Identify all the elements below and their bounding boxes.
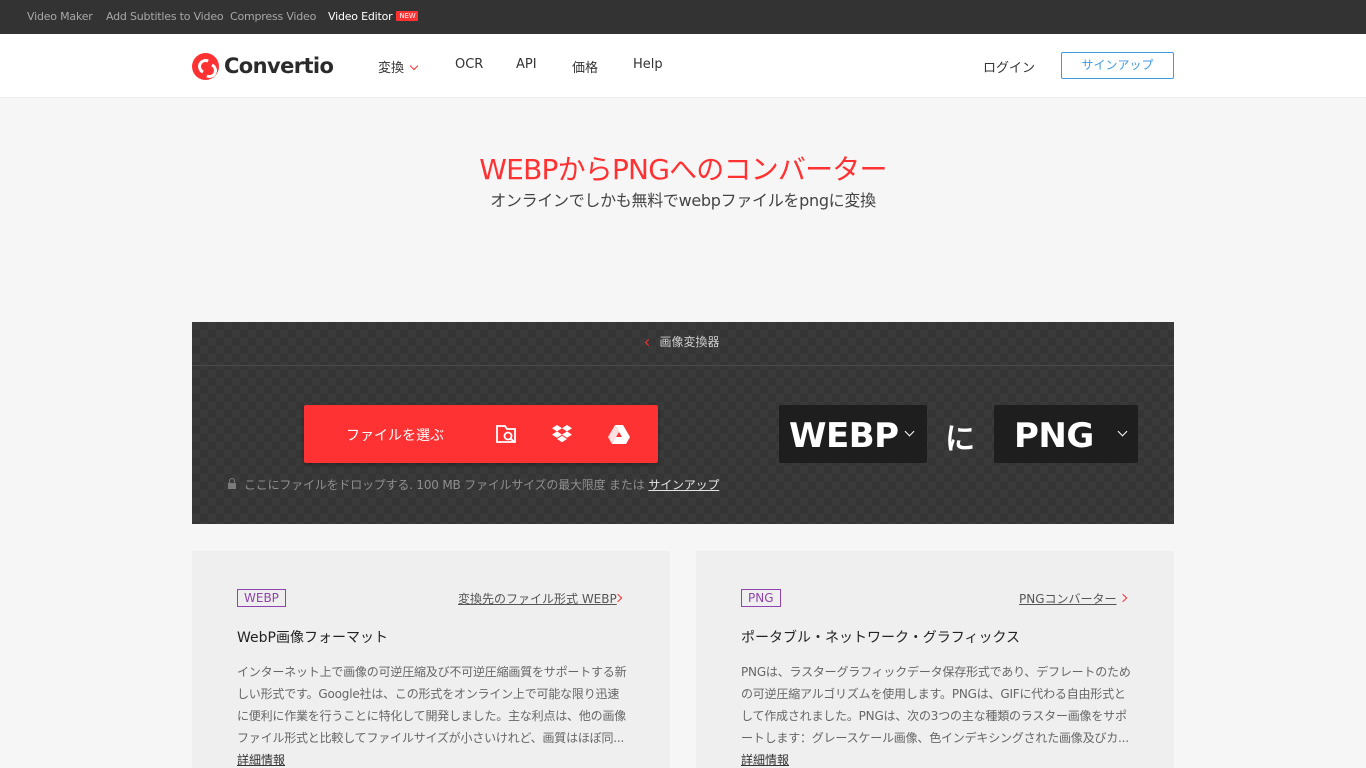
- nav-pricing[interactable]: 価格: [572, 57, 598, 76]
- topbar-link-add-subtitles[interactable]: Add Subtitles to Video: [106, 10, 224, 23]
- format-info-card-png: PNG PNGコンバーター ポータブル・ネットワーク・グラフィックス PNGは、…: [696, 551, 1174, 768]
- format-connector: に: [945, 422, 975, 457]
- converter-panel: 画像変換器 ファイルを選ぶ ここにファイルをドロップする. 100 MB ファイ…: [192, 322, 1174, 524]
- topbar-link-video-maker[interactable]: Video Maker: [27, 10, 93, 23]
- choose-file-label: ファイルを選ぶ: [346, 428, 444, 444]
- nav-label: 変換: [378, 61, 405, 76]
- to-format-value: PNG: [1014, 416, 1094, 456]
- format-badge: WEBP: [237, 589, 286, 607]
- dropbox-icon[interactable]: [550, 423, 574, 445]
- format-badge: PNG: [741, 589, 781, 607]
- logo-text: Convertio: [224, 54, 334, 78]
- format-info-card-webp: WEBP 変換先のファイル形式 WEBP WebP画像フォーマット インターネッ…: [192, 551, 670, 768]
- google-drive-icon[interactable]: [607, 423, 631, 445]
- page-title: WEBPからPNGへのコンバーター: [479, 153, 887, 186]
- new-badge: NEW: [396, 11, 419, 21]
- drop-hint: ここにファイルをドロップする. 100 MB ファイルサイズの最大限度 またはサ…: [228, 476, 719, 493]
- breadcrumb[interactable]: 画像変換器: [192, 322, 1174, 366]
- choose-file-button[interactable]: ファイルを選ぶ: [304, 405, 658, 463]
- topbar-link-compress-video[interactable]: Compress Video: [230, 10, 316, 23]
- nav-ocr[interactable]: OCR: [455, 57, 483, 72]
- chevron-down-icon: [904, 426, 915, 437]
- chevron-down-icon: [1117, 426, 1128, 437]
- logo[interactable]: Convertio: [192, 51, 334, 81]
- card-description: インターネット上で画像の可逆圧縮及び不可逆圧縮画質をサポートする新しい形式です。…: [237, 665, 627, 745]
- from-format-select[interactable]: WEBP: [779, 405, 927, 463]
- page-subtitle: オンラインでしかも無料でwebpファイルをpngに変換: [490, 191, 876, 210]
- card-description: PNGは、ラスターグラフィックデータ保存形式であり、デフレートのための可逆圧縮ア…: [741, 665, 1131, 745]
- convert-to-webp-link[interactable]: 変換先のファイル形式 WEBP: [458, 590, 617, 607]
- login-link[interactable]: ログイン: [983, 57, 1035, 76]
- nav-help[interactable]: Help: [633, 57, 663, 72]
- site-header: Convertio 変換 OCR API 価格 Help ログイン サインアップ: [0, 34, 1366, 98]
- breadcrumb-label: 画像変換器: [659, 335, 720, 349]
- to-format-select[interactable]: PNG: [994, 405, 1138, 463]
- card-title: WebP画像フォーマット: [237, 630, 388, 646]
- lock-icon: [228, 478, 236, 489]
- more-info-link[interactable]: 詳細情報: [237, 751, 285, 768]
- card-title: ポータブル・ネットワーク・グラフィックス: [741, 630, 1021, 646]
- search-file-icon[interactable]: [494, 423, 518, 445]
- nav-api[interactable]: API: [516, 57, 537, 72]
- drop-hint-text: ここにファイルをドロップする. 100 MB ファイルサイズの最大限度 または: [244, 478, 645, 492]
- chevron-right-icon: [1118, 593, 1128, 603]
- topbar-link-video-editor[interactable]: Video Editor NEW: [328, 10, 419, 23]
- signup-button[interactable]: サインアップ: [1061, 52, 1174, 79]
- drop-signup-link[interactable]: サインアップ: [648, 478, 719, 492]
- chevron-left-icon: [645, 338, 653, 347]
- from-format-value: WEBP: [789, 416, 899, 456]
- topbar-link-label: Video Editor: [328, 10, 393, 23]
- nav-convert[interactable]: 変換: [378, 57, 419, 76]
- logo-icon: [192, 52, 219, 80]
- png-converter-link[interactable]: PNGコンバーター: [1019, 590, 1117, 607]
- chevron-down-icon: [409, 61, 419, 71]
- top-product-bar: Video Maker Add Subtitles to Video Compr…: [0, 0, 1366, 34]
- more-info-link[interactable]: 詳細情報: [741, 751, 789, 768]
